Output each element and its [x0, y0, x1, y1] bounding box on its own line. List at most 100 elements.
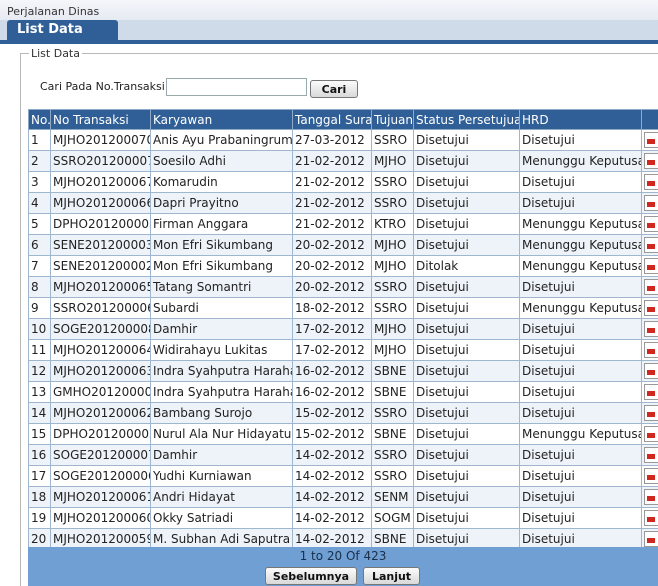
search-button[interactable]: Cari [310, 80, 358, 98]
cell-action [641, 360, 658, 382]
cell-letter-date: 15-02-2012 [292, 402, 372, 424]
cell-row-number: 7 [28, 255, 51, 277]
pdf-icon[interactable] [644, 174, 658, 190]
cell-employee-name: Indra Syahputra Harahap [150, 381, 293, 403]
cell-letter-date: 27-03-2012 [292, 129, 372, 151]
cell-transaction-number: DPHO201200002 [50, 423, 151, 445]
table-row: 16 SOGE201200007 Damhir 14-02-2012 SSRO Diset… [28, 444, 658, 466]
cell-row-number: 14 [28, 402, 51, 424]
cell-action [641, 234, 658, 256]
cell-row-number: 17 [28, 465, 51, 487]
cell-action [641, 444, 658, 466]
pdf-icon[interactable] [644, 489, 658, 505]
table-row: 17 SOGE201200006 Yudhi Kurniawan 14-02-2012… [28, 465, 658, 487]
pdf-icon[interactable] [644, 384, 658, 400]
cell-employee-name: Andri Hidayat [150, 486, 293, 508]
cell-transaction-number: SSRO201200007 [50, 150, 151, 172]
cell-letter-date: 14-02-2012 [292, 507, 372, 529]
pdf-icon[interactable] [644, 321, 658, 337]
previous-page-button[interactable]: Sebelumnya [265, 567, 357, 585]
table-row: 8 MJHO201200065 Tatang Somantri 20-02-2012 S… [28, 276, 658, 298]
cell-destination: SENM [371, 486, 414, 508]
cell-letter-date: 21-02-2012 [292, 213, 372, 235]
cell-hrd-status: Disetujui [519, 444, 642, 466]
cell-employee-name: Tatang Somantri [150, 276, 293, 298]
tab-underline [0, 40, 658, 44]
cell-row-number: 4 [28, 192, 51, 214]
window-title-bar: Perjalanan Dinas [0, 0, 658, 20]
cell-letter-date: 17-02-2012 [292, 339, 372, 361]
table-row: 12 MJHO201200063 Indra Syahputra Harahap 16… [28, 360, 658, 382]
pdf-icon[interactable] [644, 258, 658, 274]
cell-action [641, 381, 658, 403]
cell-employee-name: Komarudin [150, 171, 293, 193]
cell-destination: SSRO [371, 276, 414, 298]
cell-destination: SBNE [371, 423, 414, 445]
pdf-icon[interactable] [644, 153, 658, 169]
column-header-no-transaksi: No Transaksi [50, 109, 151, 130]
pdf-icon[interactable] [644, 510, 658, 526]
cell-destination: SSRO [371, 192, 414, 214]
page-info: 1 to 20 Of 423 [299, 549, 387, 563]
pdf-icon[interactable] [644, 279, 658, 295]
table-row: 1 MJHO201200070 Anis Ayu Prabaningrum 27-03… [28, 129, 658, 151]
table-body: 1 MJHO201200070 Anis Ayu Prabaningrum 27-03… [28, 129, 658, 550]
cell-employee-name: Widirahayu Lukitas [150, 339, 293, 361]
fieldset-legend: List Data [29, 47, 82, 60]
pdf-icon[interactable] [644, 468, 658, 484]
cell-row-number: 3 [28, 171, 51, 193]
pdf-icon[interactable] [644, 363, 658, 379]
cell-transaction-number: SOGE201200008 [50, 318, 151, 340]
cell-hrd-status: Disetujui [519, 276, 642, 298]
cell-transaction-number: MJHO201200061 [50, 486, 151, 508]
pdf-icon[interactable] [644, 426, 658, 442]
cell-destination: SSRO [371, 444, 414, 466]
cell-action [641, 255, 658, 277]
cell-action [641, 213, 658, 235]
cell-hrd-status: Menunggu Keputusan [519, 297, 642, 319]
cell-destination: KTRO [371, 213, 414, 235]
cell-letter-date: 16-02-2012 [292, 381, 372, 403]
cell-row-number: 15 [28, 423, 51, 445]
cell-transaction-number: MJHO201200070 [50, 129, 151, 151]
cell-destination: SSRO [371, 297, 414, 319]
cell-transaction-number: SENE201200002 [50, 255, 151, 277]
cell-letter-date: 16-02-2012 [292, 360, 372, 382]
cell-row-number: 11 [28, 339, 51, 361]
cell-action [641, 150, 658, 172]
cell-action [641, 129, 658, 151]
column-header-karyawan: Karyawan [150, 109, 293, 130]
tab-label: List Data [17, 22, 83, 37]
cell-hrd-status: Disetujui [519, 381, 642, 403]
pdf-icon[interactable] [644, 342, 658, 358]
pdf-icon[interactable] [644, 132, 658, 148]
next-page-button[interactable]: Lanjut [363, 567, 420, 585]
cell-transaction-number: MJHO201200066 [50, 192, 151, 214]
cell-action [641, 171, 658, 193]
cell-hrd-status: Disetujui [519, 465, 642, 487]
cell-action [641, 465, 658, 487]
pdf-icon[interactable] [644, 237, 658, 253]
cell-action [641, 507, 658, 529]
pdf-icon[interactable] [644, 531, 658, 547]
cell-approval-status: Disetujui [413, 129, 520, 151]
pdf-icon[interactable] [644, 447, 658, 463]
cell-transaction-number: SOGE201200007 [50, 444, 151, 466]
pdf-icon[interactable] [644, 300, 658, 316]
cell-hrd-status: Disetujui [519, 192, 642, 214]
column-header-status-persetujuan: Status Persetujuan [413, 109, 520, 130]
pdf-icon[interactable] [644, 195, 658, 211]
cell-row-number: 5 [28, 213, 51, 235]
table-row: 6 SENE201200003 Mon Efri Sikumbang 20-02-20… [28, 234, 658, 256]
pdf-icon[interactable] [644, 216, 658, 232]
column-header-hrd: HRD [519, 109, 642, 130]
cell-destination: SSRO [371, 171, 414, 193]
cell-destination: SOGM [371, 507, 414, 529]
cell-destination: MJHO [371, 339, 414, 361]
cell-approval-status: Disetujui [413, 486, 520, 508]
pdf-icon[interactable] [644, 405, 658, 421]
cell-transaction-number: MJHO201200063 [50, 360, 151, 382]
search-input[interactable] [166, 78, 307, 96]
tab-list-data[interactable]: List Data [7, 20, 118, 40]
cell-approval-status: Disetujui [413, 318, 520, 340]
